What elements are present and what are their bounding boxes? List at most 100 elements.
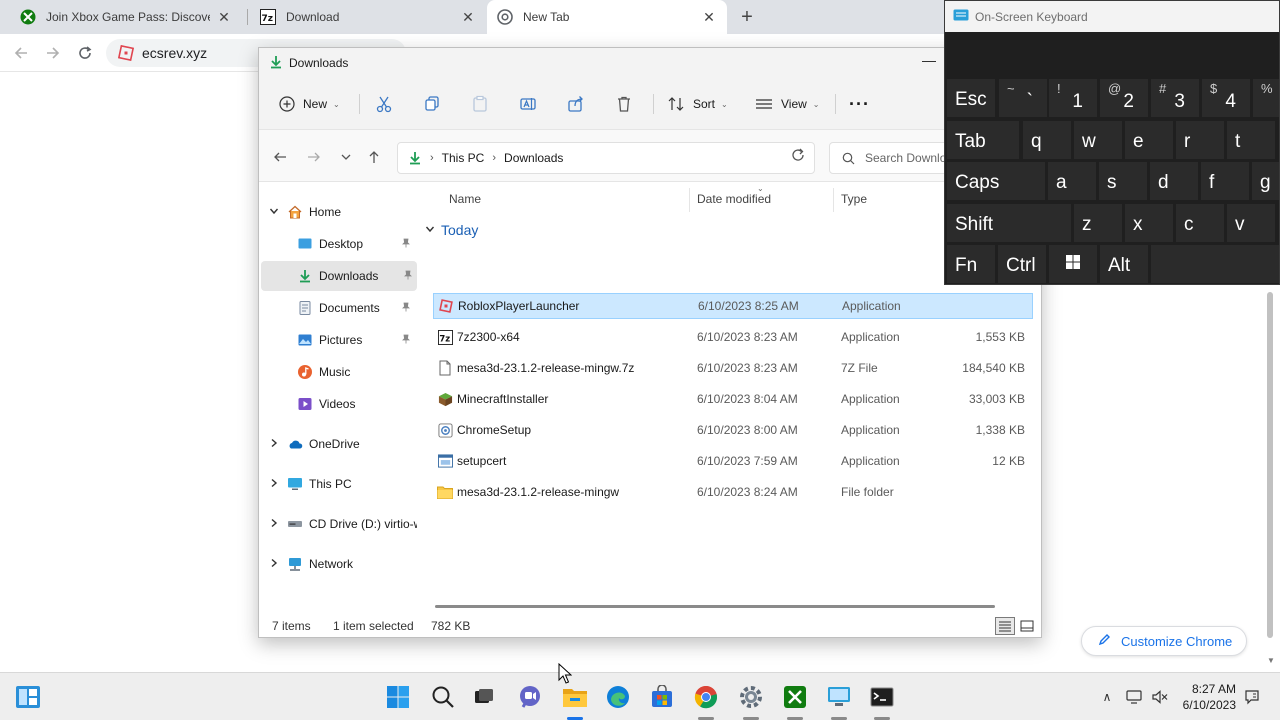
key-fn[interactable]: Fn (947, 245, 995, 283)
table-row[interactable]: setupcert 6/10/2023 7:59 AM Application … (433, 448, 1033, 474)
volume-muted-icon[interactable] (1152, 689, 1168, 705)
pin-icon[interactable] (401, 334, 411, 347)
cut-button[interactable] (375, 93, 393, 115)
refresh-icon[interactable] (791, 148, 805, 165)
key-w[interactable]: w (1074, 121, 1122, 159)
chrome-icon[interactable] (692, 683, 720, 711)
sort-button[interactable]: Sort ⌄ (667, 93, 728, 115)
osk-title-bar[interactable]: On-Screen Keyboard (945, 1, 1279, 32)
widgets-icon[interactable] (14, 683, 42, 711)
key-e[interactable]: e (1125, 121, 1173, 159)
key-z[interactable]: z (1074, 204, 1122, 242)
key-4[interactable]: $4 (1202, 79, 1250, 117)
key-5[interactable]: %5 (1253, 79, 1279, 117)
nav-network[interactable]: Network (259, 549, 415, 579)
key-r[interactable]: r (1176, 121, 1224, 159)
copy-button[interactable] (423, 93, 441, 115)
nav-videos[interactable]: Videos (259, 389, 415, 419)
more-options-button[interactable]: ··· (849, 93, 870, 115)
key-c[interactable]: c (1176, 204, 1224, 242)
breadcrumb-this-pc[interactable]: This PC (442, 151, 485, 165)
nav-documents[interactable]: Documents (259, 293, 415, 323)
notification-icon[interactable] (1244, 689, 1260, 705)
xbox-icon[interactable] (781, 683, 809, 711)
key-shift[interactable]: Shift (947, 204, 1071, 242)
nav-cd-drive[interactable]: CD Drive (D:) virtio-w (259, 509, 417, 539)
customize-chrome-button[interactable]: Customize Chrome (1081, 626, 1247, 656)
pin-icon[interactable] (403, 270, 413, 283)
key-esc[interactable]: Esc (947, 79, 995, 117)
back-arrow-icon[interactable] (12, 44, 30, 62)
tab-download[interactable]: 7z Download ✕ (250, 0, 486, 34)
table-row[interactable]: RobloxPlayerLauncher 6/10/2023 8:25 AM A… (433, 293, 1033, 319)
file-explorer-icon[interactable] (561, 683, 589, 711)
new-tab-button[interactable]: + (737, 7, 757, 27)
reload-icon[interactable] (76, 44, 94, 62)
key-1[interactable]: ! 1 (1049, 79, 1097, 117)
key-3[interactable]: #3 (1151, 79, 1199, 117)
chat-icon[interactable] (516, 683, 544, 711)
rename-button[interactable] (519, 93, 537, 115)
breadcrumb[interactable]: › This PC › Downloads (397, 142, 909, 174)
view-button[interactable]: View ⌄ (755, 93, 820, 115)
breadcrumb-downloads[interactable]: Downloads (504, 151, 563, 165)
key-v[interactable]: v (1227, 204, 1275, 242)
column-divider[interactable] (689, 188, 690, 212)
start-icon[interactable] (384, 683, 412, 711)
chevron-right-icon[interactable] (269, 478, 279, 490)
recent-locations-chevron-icon[interactable] (337, 148, 355, 166)
column-header-name[interactable]: Name (449, 192, 481, 206)
column-divider[interactable] (833, 188, 834, 212)
key-caps[interactable]: Caps (947, 162, 1045, 200)
key-backtick[interactable]: ~ ` (999, 79, 1047, 117)
table-row[interactable]: mesa3d-23.1.2-release-mingw.7z 6/10/2023… (433, 355, 1033, 381)
nav-home[interactable]: Home (259, 197, 415, 227)
table-row[interactable]: MinecraftInstaller 6/10/2023 8:04 AM App… (433, 386, 1033, 412)
key-q[interactable]: q (1023, 121, 1071, 159)
group-header-today[interactable]: Today (425, 222, 478, 238)
forward-arrow-icon[interactable] (305, 148, 323, 166)
close-tab-icon[interactable]: ✕ (460, 9, 476, 25)
store-icon[interactable] (648, 683, 676, 711)
up-arrow-icon[interactable] (365, 148, 383, 166)
show-hidden-icons-chevron[interactable]: ∧ (1099, 689, 1115, 705)
column-header-type[interactable]: Type (841, 192, 867, 206)
tab-new-tab[interactable]: New Tab ✕ (487, 0, 727, 34)
table-row[interactable]: 7z 7z2300-x64 6/10/2023 8:23 AM Applicat… (433, 324, 1033, 350)
new-button[interactable]: New ⌄ (279, 93, 340, 115)
key-s[interactable]: s (1099, 162, 1147, 200)
horizontal-scrollbar[interactable] (435, 605, 995, 608)
key-a[interactable]: a (1048, 162, 1096, 200)
terminal-icon[interactable] (868, 683, 896, 711)
remote-desktop-icon[interactable] (825, 683, 853, 711)
close-tab-icon[interactable]: ✕ (216, 9, 232, 25)
nav-this-pc[interactable]: This PC (259, 469, 415, 499)
share-button[interactable] (567, 93, 585, 115)
chevron-right-icon[interactable] (269, 438, 279, 450)
nav-onedrive[interactable]: OneDrive (259, 429, 415, 459)
key-windows[interactable] (1049, 245, 1097, 283)
back-arrow-icon[interactable] (271, 148, 289, 166)
table-row[interactable]: ChromeSetup 6/10/2023 8:00 AM Applicatio… (433, 417, 1033, 443)
pin-icon[interactable] (401, 302, 411, 315)
network-status-icon[interactable] (1126, 689, 1142, 705)
key-alt[interactable]: Alt (1100, 245, 1148, 283)
minimize-button[interactable]: — (919, 52, 939, 72)
task-view-icon[interactable] (470, 683, 498, 711)
paste-button[interactable] (471, 93, 489, 115)
table-row[interactable]: mesa3d-23.1.2-release-mingw 6/10/2023 8:… (433, 479, 1033, 505)
close-tab-icon[interactable]: ✕ (701, 9, 717, 25)
key-t[interactable]: t (1227, 121, 1275, 159)
thumbnail-view-icon[interactable] (1017, 617, 1037, 635)
key-x[interactable]: x (1125, 204, 1173, 242)
key-g[interactable]: g (1252, 162, 1279, 200)
pin-icon[interactable] (401, 238, 411, 251)
key-tab[interactable]: Tab (947, 121, 1019, 159)
key-f[interactable]: f (1201, 162, 1249, 200)
chevron-right-icon[interactable] (269, 518, 279, 530)
key-ctrl[interactable]: Ctrl (998, 245, 1046, 283)
key-d[interactable]: d (1150, 162, 1198, 200)
nav-music[interactable]: Music (259, 357, 415, 387)
nav-pictures[interactable]: Pictures (259, 325, 415, 355)
explorer-title-bar[interactable]: Downloads — (259, 48, 1041, 78)
